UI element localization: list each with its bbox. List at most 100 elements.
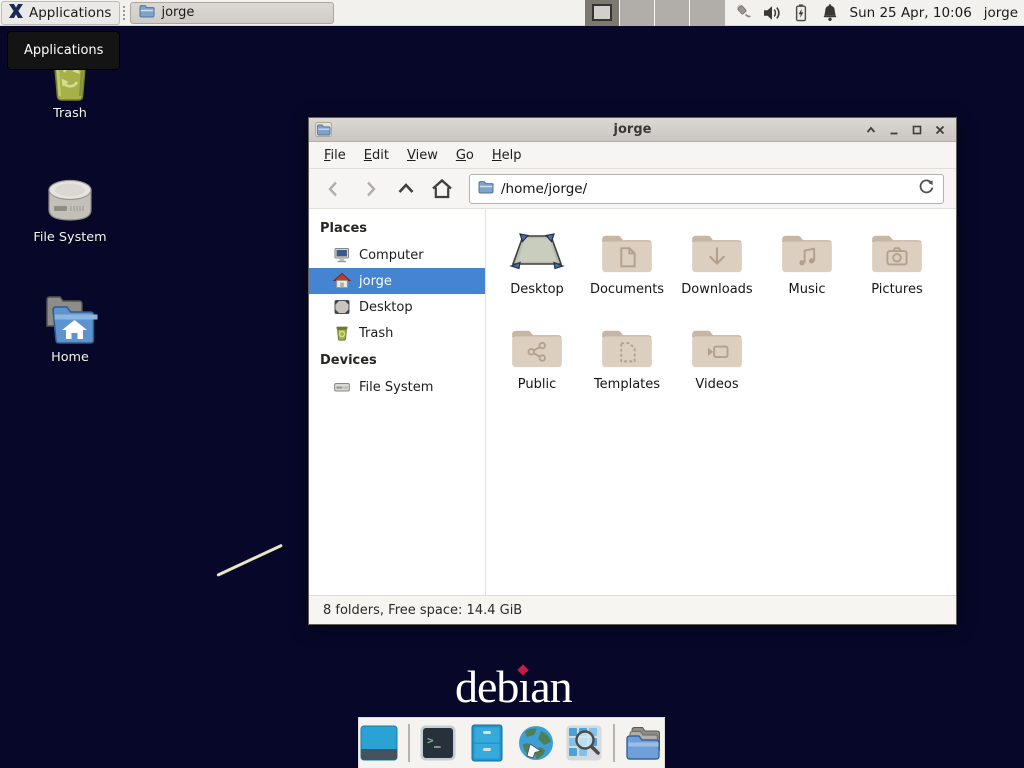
sidebar-item-file-system[interactable]: File System xyxy=(309,374,485,400)
svg-text:_: _ xyxy=(434,735,441,748)
minimize-button[interactable] xyxy=(886,122,902,138)
drive-icon xyxy=(333,378,351,396)
directory-menu-launcher[interactable] xyxy=(624,723,664,763)
sidebar-places-header: Places xyxy=(309,214,485,242)
panel-handle[interactable] xyxy=(122,6,128,20)
status-text: 8 folders, Free space: 14.4 GiB xyxy=(323,603,522,618)
taskbar-folder-icon xyxy=(139,4,155,22)
file-item-label: Documents xyxy=(590,282,664,297)
shade-button[interactable] xyxy=(863,122,879,138)
applications-tooltip: Applications xyxy=(7,31,120,70)
clock[interactable]: Sun 25 Apr, 10:06 xyxy=(850,5,972,21)
desktop-special-icon xyxy=(508,223,566,275)
user-menu[interactable]: jorge xyxy=(984,5,1018,21)
sidebar-devices-header: Devices xyxy=(309,346,485,374)
folder-icon-music xyxy=(780,223,834,275)
trash-small-icon xyxy=(333,324,351,342)
file-item-label: Music xyxy=(789,282,826,297)
menu-edit[interactable]: Edit xyxy=(355,144,398,167)
toolbar: /home/jorge/ xyxy=(309,169,956,209)
folder-icon-downloads xyxy=(690,223,744,275)
terminal-launcher[interactable]: >_ xyxy=(419,723,459,763)
menubar: File Edit View Go Help xyxy=(309,142,956,169)
menu-file[interactable]: File xyxy=(315,144,355,167)
file-item-music[interactable]: Music xyxy=(762,223,852,318)
dock-separator xyxy=(613,724,615,762)
window-title: jorge xyxy=(309,122,956,137)
workspace-4[interactable] xyxy=(690,0,724,26)
computer-icon xyxy=(333,246,351,264)
path-bar[interactable]: /home/jorge/ xyxy=(469,174,944,204)
dock-panel: >_ xyxy=(358,717,665,768)
file-item-label: Videos xyxy=(695,377,738,392)
statusbar: 8 folders, Free space: 14.4 GiB xyxy=(309,595,956,624)
desktop-icon-label: Trash xyxy=(20,106,120,121)
file-item-public[interactable]: Public xyxy=(492,318,582,413)
sidebar-item-trash[interactable]: Trash xyxy=(309,320,485,346)
volume-icon[interactable] xyxy=(762,3,782,23)
network-icon[interactable] xyxy=(733,3,753,23)
folder-icon-public xyxy=(510,318,564,370)
notifications-icon[interactable] xyxy=(820,3,840,23)
file-system-icon xyxy=(20,168,120,226)
workspace-2[interactable] xyxy=(620,0,655,26)
sidebar-item-computer[interactable]: Computer xyxy=(309,242,485,268)
sidebar-item-jorge[interactable]: jorge xyxy=(309,268,485,294)
dock-separator xyxy=(408,724,410,762)
workspace-window-preview xyxy=(592,4,612,21)
workspace-1[interactable] xyxy=(585,0,620,26)
desktop-place-icon xyxy=(333,298,351,316)
folder-icon-pictures xyxy=(870,223,924,275)
file-item-label: Public xyxy=(518,377,556,392)
applications-menu-button[interactable]: Applications xyxy=(1,1,120,25)
taskbar-window-button[interactable]: jorge xyxy=(130,2,334,24)
file-item-downloads[interactable]: Downloads xyxy=(672,223,762,318)
file-item-videos[interactable]: Videos xyxy=(672,318,762,413)
show-desktop-button[interactable] xyxy=(359,723,399,763)
desktop-icon-label: Home xyxy=(20,350,120,365)
battery-icon[interactable] xyxy=(791,3,811,23)
back-button[interactable] xyxy=(317,174,351,204)
web-browser-launcher[interactable] xyxy=(516,723,556,763)
up-button[interactable] xyxy=(389,174,423,204)
menu-go[interactable]: Go xyxy=(447,144,483,167)
file-item-label: Pictures xyxy=(871,282,922,297)
desktop-icon-home[interactable]: Home xyxy=(20,288,120,365)
close-button[interactable] xyxy=(932,122,948,138)
home-folder-icon xyxy=(20,288,120,346)
top-panel: Applications jorge Sun 25 Apr, 10:06 jor… xyxy=(0,0,1024,26)
titlebar[interactable]: jorge xyxy=(309,118,956,142)
workspace-switcher[interactable] xyxy=(585,0,725,26)
debian-logo: debıan xyxy=(455,660,572,713)
home-button[interactable] xyxy=(425,174,459,204)
workspace-3[interactable] xyxy=(655,0,690,26)
svg-text:>: > xyxy=(427,734,434,747)
file-item-label: Downloads xyxy=(681,282,752,297)
sidebar-item-label: jorge xyxy=(359,274,392,289)
sidebar-item-desktop[interactable]: Desktop xyxy=(309,294,485,320)
applications-menu-icon xyxy=(8,3,24,23)
file-item-label: Templates xyxy=(594,377,660,392)
file-item-pictures[interactable]: Pictures xyxy=(852,223,942,318)
menu-help[interactable]: Help xyxy=(483,144,531,167)
sidebar: Places Computer jorge Desktop xyxy=(309,209,486,595)
folder-icon-documents xyxy=(600,223,654,275)
file-item-documents[interactable]: Documents xyxy=(582,223,672,318)
app-finder-launcher[interactable] xyxy=(564,723,604,763)
file-view[interactable]: Desktop Documents xyxy=(486,209,956,595)
file-item-label: Desktop xyxy=(510,282,564,297)
file-manager-launcher[interactable] xyxy=(467,723,507,763)
maximize-button[interactable] xyxy=(909,122,925,138)
desktop-icon-file-system[interactable]: File System xyxy=(20,168,120,245)
file-item-desktop[interactable]: Desktop xyxy=(492,223,582,318)
home-icon xyxy=(333,272,351,290)
file-manager-window: jorge File Edit View Go Help /home/jorge… xyxy=(308,117,957,625)
path-text[interactable]: /home/jorge/ xyxy=(501,181,911,197)
taskbar-window-label: jorge xyxy=(161,5,194,20)
applications-menu-label: Applications xyxy=(29,5,111,21)
file-item-templates[interactable]: Templates xyxy=(582,318,672,413)
forward-button[interactable] xyxy=(353,174,387,204)
system-tray xyxy=(733,3,840,23)
menu-view[interactable]: View xyxy=(398,144,447,167)
reload-icon[interactable] xyxy=(918,178,935,199)
